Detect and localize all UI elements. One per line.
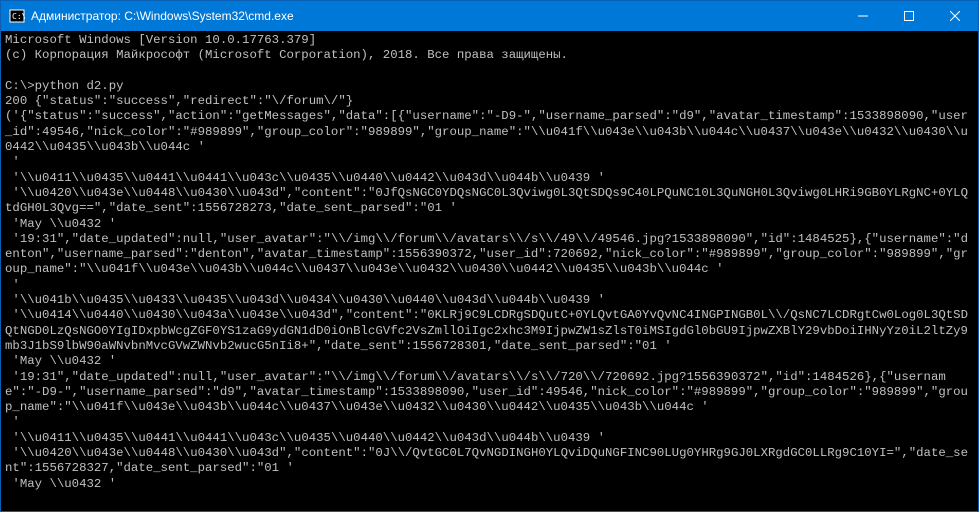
- output-line: 'May \\u0432 ': [5, 217, 116, 231]
- window-title: Администратор: C:\Windows\System32\cmd.e…: [31, 9, 840, 23]
- output-line: '\\u041b\\u0435\\u0433\\u0435\\u043d\\u0…: [5, 293, 605, 307]
- output-line: '19:31","date_updated":null,"user_avatar…: [5, 370, 968, 415]
- output-line: 'May \\u0432 ': [5, 477, 116, 491]
- output-line: ': [5, 278, 20, 292]
- output-line: ('{"status":"success","action":"getMessa…: [5, 109, 968, 154]
- output-line: ': [5, 415, 20, 429]
- output-line: 200 {"status":"success","redirect":"\/fo…: [5, 94, 353, 108]
- minimize-button[interactable]: [840, 1, 886, 31]
- output-line: '\\u0414\\u0440\\u0430\\u043a\\u043e\\u0…: [5, 308, 968, 353]
- terminal-output[interactable]: Microsoft Windows [Version 10.0.17763.37…: [1, 31, 978, 511]
- prompt-line: C:\>python d2.py: [5, 79, 124, 93]
- window-controls: [840, 1, 978, 31]
- cmd-icon: C:\: [9, 8, 25, 24]
- output-line: '\\u0420\\u043e\\u0448\\u0430\\u043d","c…: [5, 186, 968, 215]
- cmd-window: C:\ Администратор: C:\Windows\System32\c…: [0, 0, 979, 512]
- svg-text:C:\: C:\: [12, 12, 25, 21]
- output-line: 'May \\u0432 ': [5, 354, 116, 368]
- output-line: ': [5, 155, 20, 169]
- titlebar[interactable]: C:\ Администратор: C:\Windows\System32\c…: [1, 1, 978, 31]
- close-button[interactable]: [932, 1, 978, 31]
- output-line: '19:31","date_updated":null,"user_avatar…: [5, 232, 968, 277]
- output-line: '\\u0420\\u043e\\u0448\\u0430\\u043d","c…: [5, 446, 968, 475]
- maximize-button[interactable]: [886, 1, 932, 31]
- output-line: '\\u0411\\u0435\\u0441\\u0441\\u043c\\u0…: [5, 431, 605, 445]
- line: (c) Корпорация Майкрософт (Microsoft Cor…: [5, 48, 568, 62]
- line: Microsoft Windows [Version 10.0.17763.37…: [5, 33, 316, 47]
- output-line: '\\u0411\\u0435\\u0441\\u0441\\u043c\\u0…: [5, 171, 605, 185]
